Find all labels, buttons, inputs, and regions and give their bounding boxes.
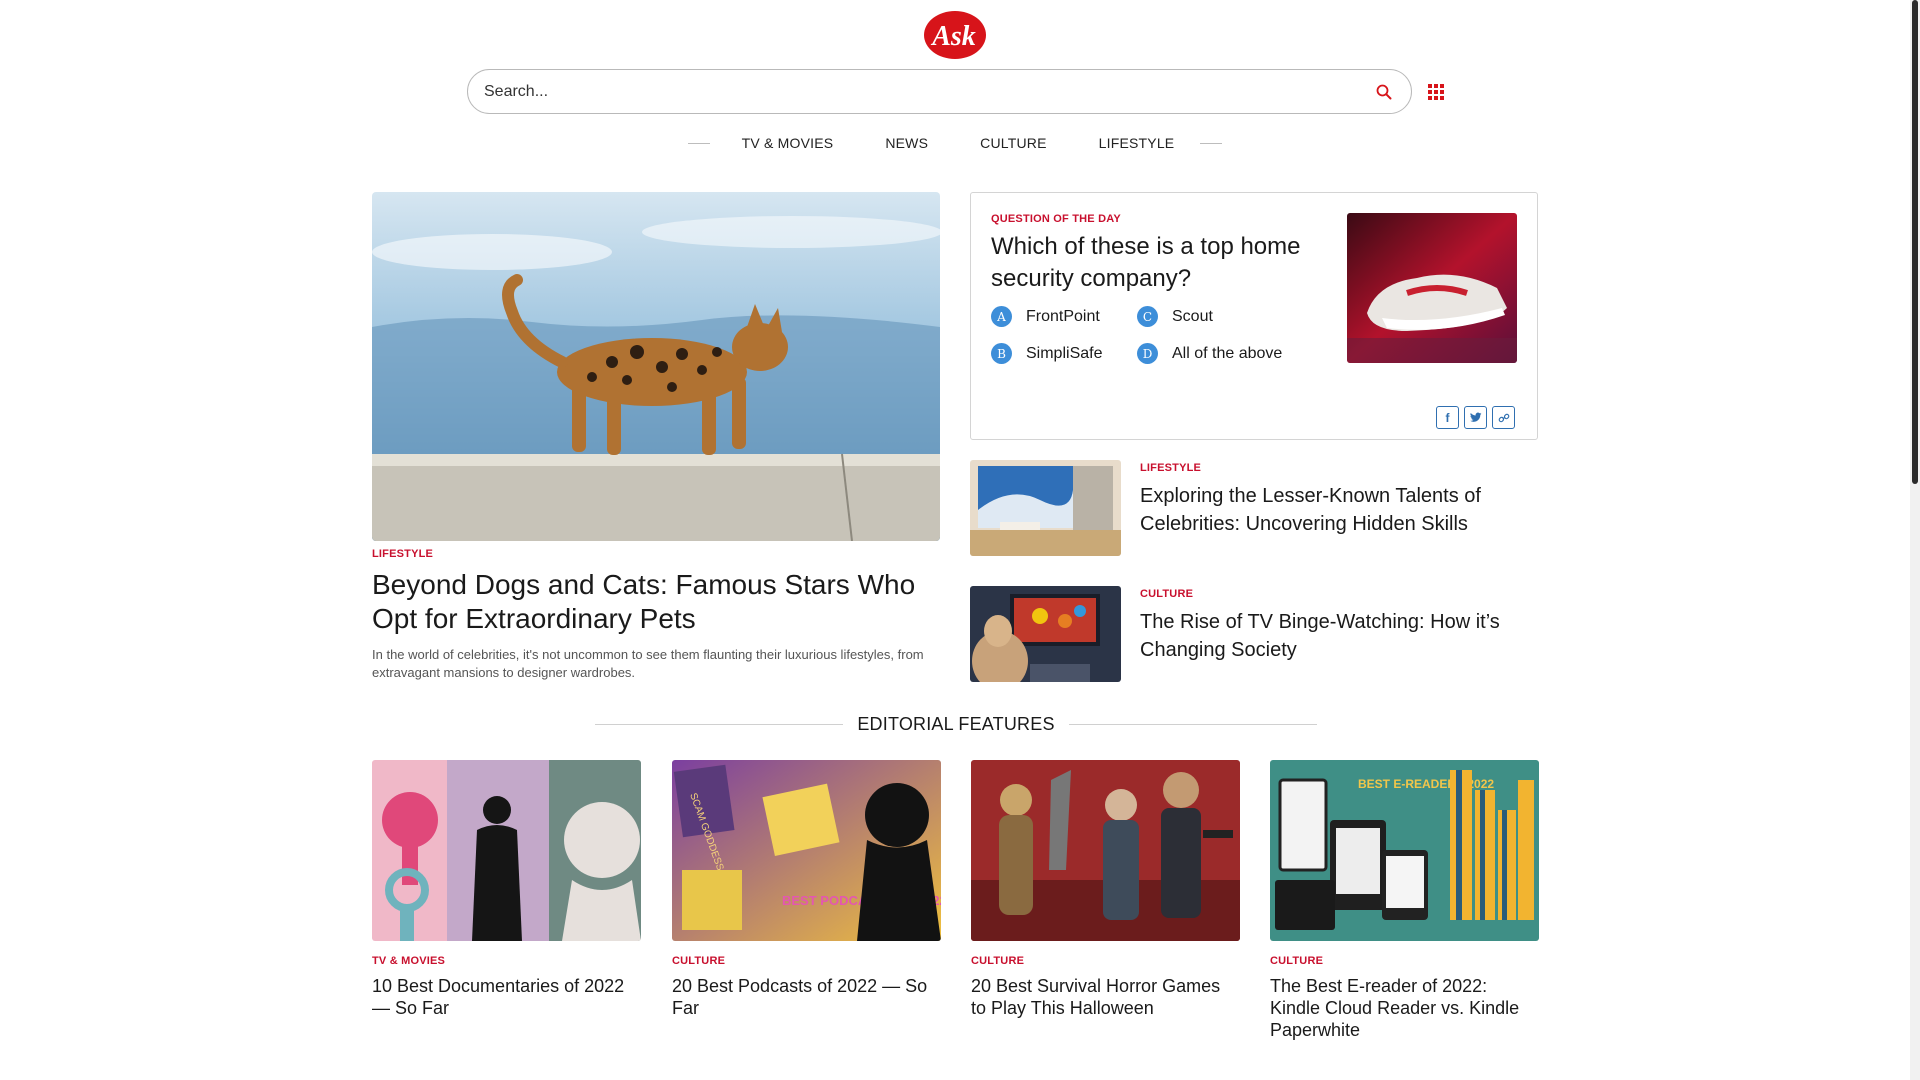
nav-item-news[interactable]: NEWS xyxy=(859,135,954,151)
editorial-card[interactable]: BEST E-READERS 2022 CULTURE The Best E-r… xyxy=(1270,760,1539,1041)
divider xyxy=(1068,724,1317,725)
editorial-card-category[interactable]: CULTURE xyxy=(971,955,1240,967)
editorial-features-header: EDITORIAL FEATURES xyxy=(595,714,1317,735)
editorial-card-category[interactable]: TV & MOVIES xyxy=(372,955,641,967)
twitter-icon xyxy=(1469,412,1481,422)
nav-divider xyxy=(687,142,710,144)
editorial-card-title[interactable]: 20 Best Podcasts of 2022 — So Far xyxy=(672,975,941,1019)
editorial-card-title[interactable]: 20 Best Survival Horror Games to Play Th… xyxy=(971,975,1240,1019)
apps-grid-icon[interactable] xyxy=(1428,84,1444,100)
answer-option-a[interactable]: A FrontPoint xyxy=(991,306,1137,327)
hero-image[interactable] xyxy=(372,192,940,541)
editorial-card-image[interactable] xyxy=(372,760,641,941)
hero-title[interactable]: Beyond Dogs and Cats: Famous Stars Who O… xyxy=(372,568,932,636)
side-article-title[interactable]: The Rise of TV Binge-Watching: How it’s … xyxy=(1140,608,1530,664)
question-title: Which of these is a top home security co… xyxy=(991,233,1301,292)
svg-text:Ask: Ask xyxy=(930,21,976,52)
option-text: FrontPoint xyxy=(1026,307,1100,325)
copy-link-button[interactable] xyxy=(1492,406,1515,429)
side-article[interactable]: LIFESTYLE Exploring the Lesser-Known Tal… xyxy=(970,460,1538,556)
option-text: All of the above xyxy=(1172,344,1283,362)
facebook-share-button[interactable]: f xyxy=(1436,406,1459,429)
section-title: EDITORIAL FEATURES xyxy=(857,714,1055,734)
ask-logo[interactable]: Ask xyxy=(923,10,987,60)
option-letter-badge: A xyxy=(991,306,1012,327)
answer-option-d[interactable]: D All of the above xyxy=(1137,343,1337,364)
option-letter-badge: D xyxy=(1137,343,1158,364)
option-text: SimpliSafe xyxy=(1026,344,1103,362)
main-nav: TV & MOVIES NEWS CULTURE LIFESTYLE xyxy=(0,135,1910,151)
editorial-card-image[interactable] xyxy=(971,760,1240,941)
option-letter-badge: B xyxy=(991,343,1012,364)
answer-option-b[interactable]: B SimpliSafe xyxy=(991,343,1137,364)
editorial-card-category[interactable]: CULTURE xyxy=(672,955,941,967)
side-article-category[interactable]: CULTURE xyxy=(1140,588,1193,600)
editorial-card-category[interactable]: CULTURE xyxy=(1270,955,1539,967)
option-letter-badge: C xyxy=(1137,306,1158,327)
editorial-card-title[interactable]: 10 Best Documentaries of 2022 — So Far xyxy=(372,975,641,1019)
nav-item-lifestyle[interactable]: LIFESTYLE xyxy=(1073,135,1201,151)
question-options: A FrontPoint C Scout B SimpliSafe D All … xyxy=(991,306,1337,364)
question-label: QUESTION OF THE DAY xyxy=(991,213,1121,225)
search-bar xyxy=(467,69,1412,114)
facebook-icon: f xyxy=(1445,410,1450,425)
hero-category[interactable]: LIFESTYLE xyxy=(372,548,433,560)
editorial-card-image[interactable]: SCAM GODDESS BEST PODCASTS OF 2022 xyxy=(672,760,941,941)
side-article[interactable]: CULTURE The Rise of TV Binge-Watching: H… xyxy=(970,586,1538,682)
search-input[interactable] xyxy=(484,82,1373,101)
question-image xyxy=(1347,213,1517,363)
hero-description: In the world of celebrities, it's not un… xyxy=(372,647,924,680)
divider xyxy=(595,724,844,725)
editorial-card[interactable]: CULTURE 20 Best Survival Horror Games to… xyxy=(971,760,1240,1019)
editorial-card[interactable]: SCAM GODDESS BEST PODCASTS OF 2022 CULTU… xyxy=(672,760,941,1019)
search-icon[interactable] xyxy=(1373,81,1395,103)
scrollbar-thumb[interactable] xyxy=(1912,0,1918,484)
question-of-the-day-card: QUESTION OF THE DAY Which of these is a … xyxy=(970,192,1538,440)
side-article-image[interactable] xyxy=(970,460,1121,556)
link-icon xyxy=(1498,413,1509,422)
editorial-card-image[interactable]: BEST E-READERS 2022 xyxy=(1270,760,1539,941)
answer-option-c[interactable]: C Scout xyxy=(1137,306,1337,327)
side-article-image[interactable] xyxy=(970,586,1121,682)
side-article-category[interactable]: LIFESTYLE xyxy=(1140,462,1201,474)
nav-item-culture[interactable]: CULTURE xyxy=(954,135,1072,151)
nav-divider xyxy=(1200,142,1223,144)
twitter-share-button[interactable] xyxy=(1464,406,1487,429)
ask-logo-icon: Ask xyxy=(924,11,986,59)
side-article-title[interactable]: Exploring the Lesser-Known Talents of Ce… xyxy=(1140,482,1530,538)
nav-item-tv-movies[interactable]: TV & MOVIES xyxy=(710,135,860,151)
editorial-card[interactable]: TV & MOVIES 10 Best Documentaries of 202… xyxy=(372,760,641,1019)
option-text: Scout xyxy=(1172,307,1213,325)
editorial-card-title[interactable]: The Best E-reader of 2022: Kindle Cloud … xyxy=(1270,975,1539,1041)
page-scrollbar[interactable] xyxy=(1910,0,1920,1080)
svg-text:BEST E-READERS 2022: BEST E-READERS 2022 xyxy=(1358,777,1494,791)
